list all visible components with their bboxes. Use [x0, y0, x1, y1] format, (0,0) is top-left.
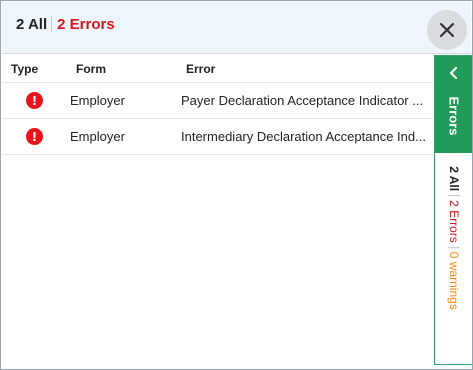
chevron-left-icon — [449, 66, 458, 80]
side-filter-errors[interactable]: 2 Errors — [447, 200, 461, 243]
error-icon: ! — [26, 128, 43, 145]
row-error-text: Payer Declaration Acceptance Indicator .… — [181, 93, 424, 108]
column-header-type[interactable]: Type — [11, 55, 61, 82]
row-error-message: Payer Declaration Acceptance Indicator .… — [181, 83, 428, 118]
summary-divider — [51, 16, 53, 32]
errors-table: Type Form Error ! Employer Payer Declara… — [2, 55, 433, 155]
error-icon: ! — [26, 92, 43, 109]
side-tab-label: Errors — [446, 96, 461, 136]
filter-errors[interactable]: 2 Errors — [57, 16, 115, 33]
side-counts: 2 All 2 Errors 0 warnings — [447, 166, 461, 310]
close-icon — [439, 22, 455, 38]
row-form: Employer — [70, 129, 125, 144]
row-error-message: Intermediary Declaration Acceptance Ind.… — [181, 119, 428, 154]
summary-filter: 2 All 2 Errors — [16, 15, 115, 33]
panel-header: 2 All 2 Errors — [2, 2, 471, 54]
errors-side-tab[interactable]: Errors — [435, 56, 472, 153]
filter-all[interactable]: 2 All — [16, 16, 47, 33]
row-error-text: Intermediary Declaration Acceptance Ind.… — [181, 129, 426, 144]
column-header-form[interactable]: Form — [76, 55, 176, 82]
table-row[interactable]: ! Employer Intermediary Declaration Acce… — [2, 119, 433, 155]
error-panel: 2 All 2 Errors Type Form Error ! Employe… — [0, 0, 473, 370]
row-form: Employer — [70, 93, 125, 108]
table-row[interactable]: ! Employer Payer Declaration Acceptance … — [2, 83, 433, 119]
side-filter-all[interactable]: 2 All — [447, 166, 461, 191]
side-filter-warnings[interactable]: 0 warnings — [447, 252, 461, 310]
column-header-error[interactable]: Error — [186, 55, 429, 82]
side-drawer: Errors 2 All 2 Errors 0 warnings — [434, 55, 472, 365]
side-divider — [447, 246, 460, 248]
side-divider — [447, 195, 460, 197]
table-header-row: Type Form Error — [2, 55, 433, 83]
close-button[interactable] — [427, 10, 467, 50]
